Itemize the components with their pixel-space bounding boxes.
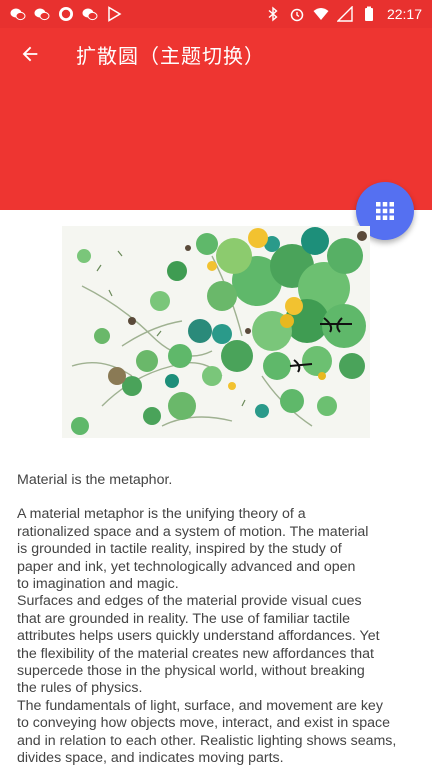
wechat-icon [10,6,26,22]
status-bar-left [10,6,122,22]
status-bar: 22:17 [0,0,432,28]
article-body: A material metaphor is the unifying theo… [17,506,397,767]
back-button[interactable] [14,38,46,70]
wechat-icon [34,6,50,22]
battery-icon [361,6,377,22]
record-icon [58,6,74,22]
status-bar-right: 22:17 [265,6,422,22]
screen: 22:17 扩散圆（主题切换） Material is the metaphor… [0,0,432,768]
wechat-icon [82,6,98,22]
app-bar: 扩散圆（主题切换） [0,28,432,210]
arrow-back-icon [22,46,38,62]
article: Material is the metaphor. A material met… [17,472,422,768]
status-time: 22:17 [386,6,422,22]
alarm-icon [289,6,305,22]
article-heading: Material is the metaphor. [17,472,173,488]
wifi-icon [313,6,329,22]
page-title: 扩散圆（主题切换） [76,43,265,68]
toolbar: 扩散圆（主题切换） [0,28,432,80]
signal-icon [336,6,353,22]
lily-pad-illustration [62,226,370,438]
grid-icon [376,202,394,220]
bluetooth-icon [265,6,281,22]
play-store-icon [106,6,122,22]
